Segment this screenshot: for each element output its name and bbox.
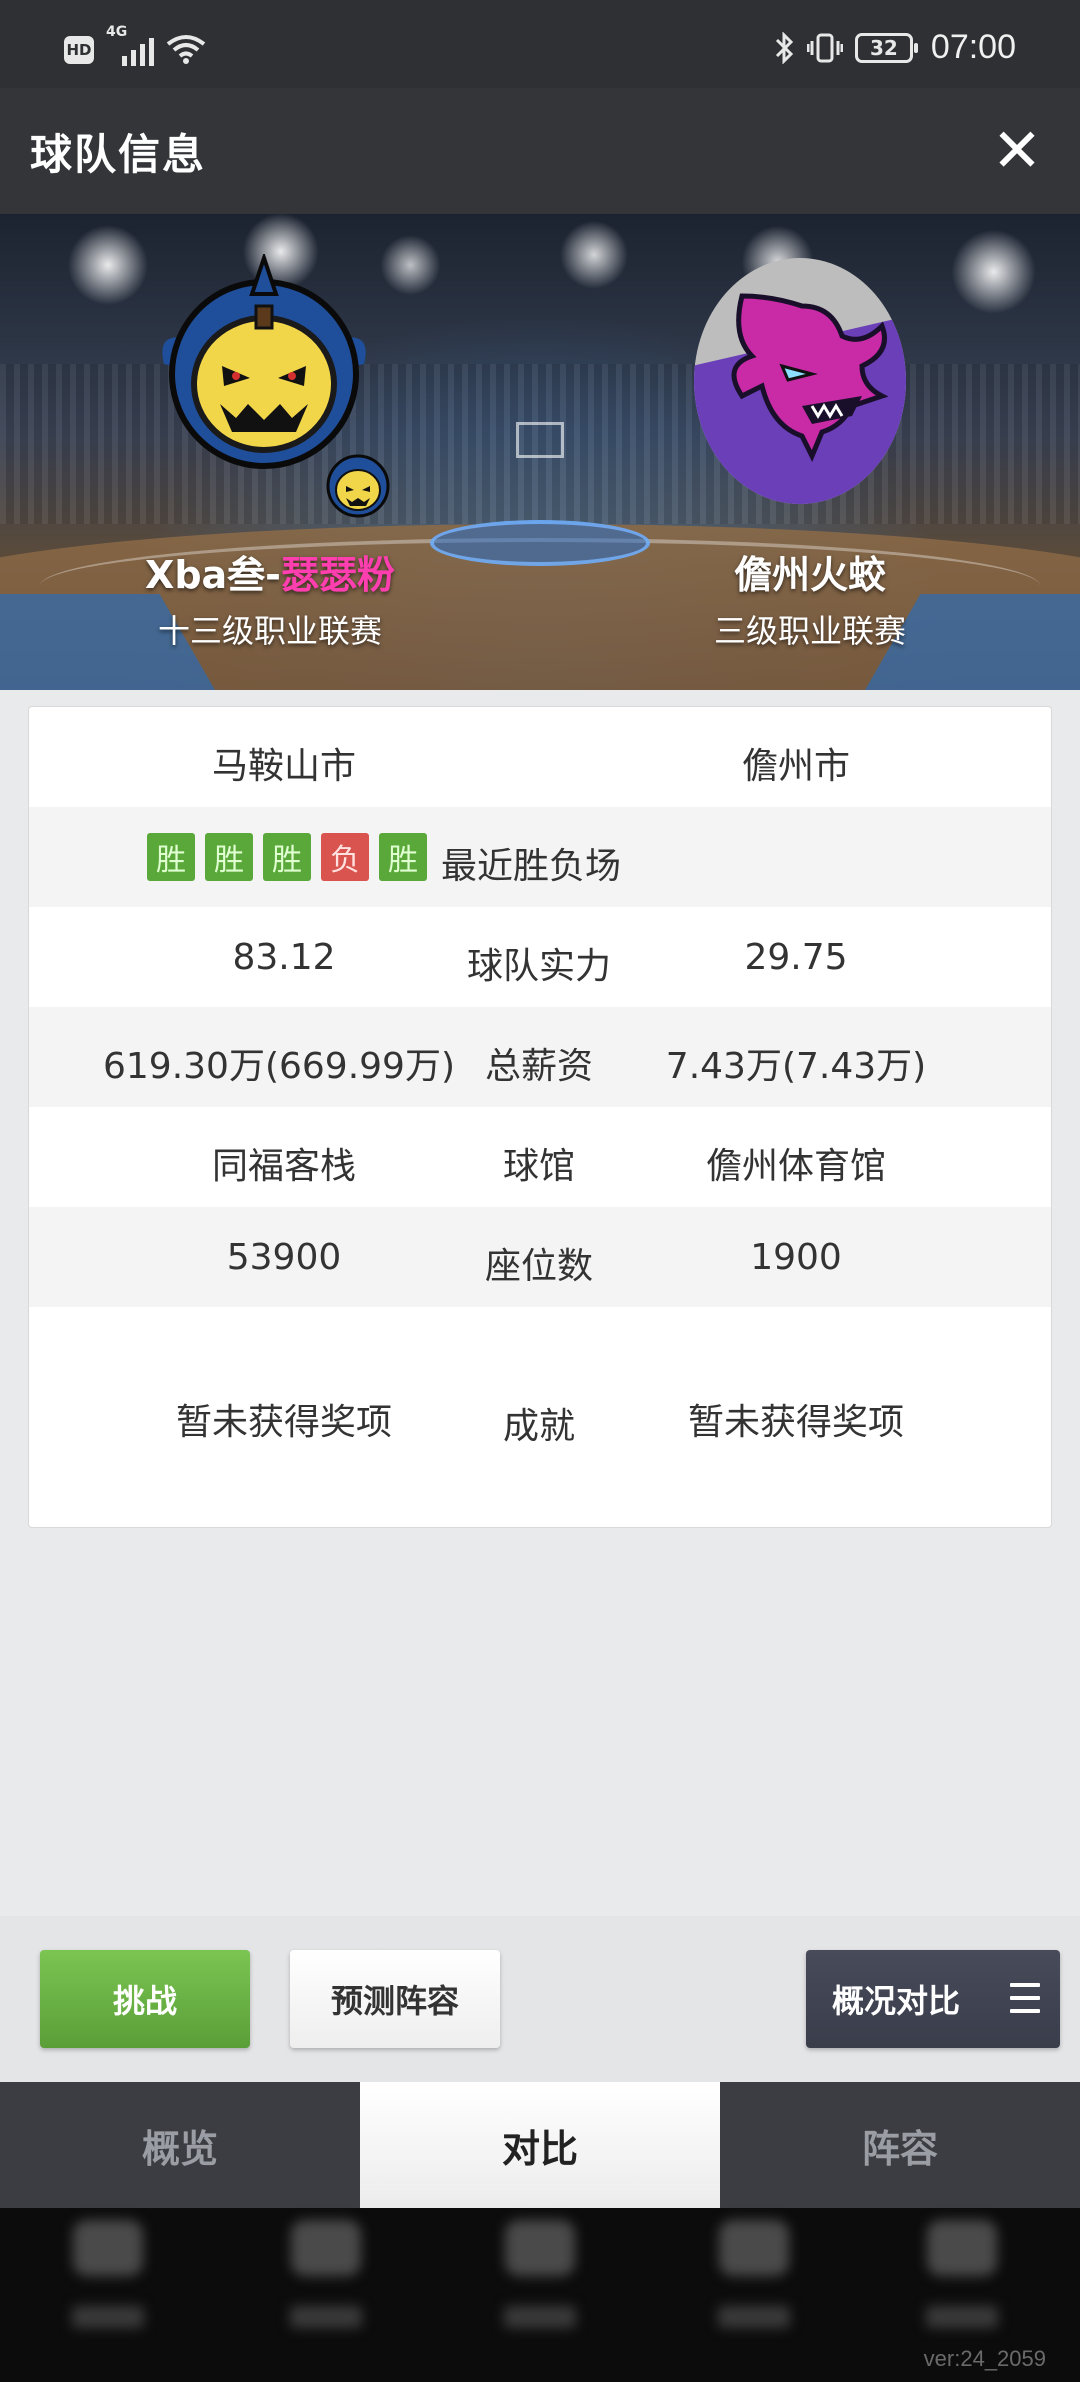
row-seats: 53900 座位数 1900 <box>29 1207 1051 1307</box>
battery-level: 32 <box>869 35 898 60</box>
status-right: 32 07:00 <box>773 28 1016 67</box>
strength-right: 29.75 <box>744 937 848 978</box>
row-recent-results: 胜 胜 胜 负 胜 最近胜负场 <box>29 807 1051 907</box>
tab-lineup[interactable]: 阵容 <box>720 2082 1080 2208</box>
recent-results-badges: 胜 胜 胜 负 胜 <box>147 833 427 881</box>
comparison-panel: 马鞍山市 儋州市 胜 胜 胜 负 胜 最近胜负场 83.12 球队实力 29.7… <box>28 706 1052 1528</box>
result-badge: 胜 <box>263 833 311 881</box>
battery-icon: 32 <box>854 32 918 63</box>
team-left-name-highlight: 瑟瑟粉 <box>280 553 395 597</box>
app-header: 球队信息 ✕ <box>0 88 1080 214</box>
tab-bar: 概览 对比 阵容 <box>0 2082 1080 2208</box>
challenge-button[interactable]: 挑战 <box>40 1950 250 2048</box>
clock: 07:00 <box>930 28 1016 66</box>
overview-compare-button[interactable]: 概况对比 <box>806 1950 1060 2048</box>
overview-compare-label: 概况对比 <box>832 1982 961 2020</box>
city-right: 儋州市 <box>741 746 850 787</box>
team-left-league: 十三级职业联赛 <box>157 612 382 650</box>
blurred-nav-item[interactable] <box>922 2220 1002 2360</box>
teams-banner: Xba叁-瑟瑟粉 十三级职业联赛 儋州火蛟 三级职业联赛 <box>0 214 1080 690</box>
row-achievements: 暂未获得奖项 成就 暂未获得奖项 <box>29 1307 1051 1527</box>
row-strength: 83.12 球队实力 29.75 <box>29 907 1051 1007</box>
seats-right: 1900 <box>750 1237 842 1278</box>
row-city: 马鞍山市 儋州市 <box>29 707 1051 807</box>
dragon-logo-icon <box>694 258 906 504</box>
close-button[interactable]: ✕ <box>990 121 1044 181</box>
tab-overview[interactable]: 概览 <box>0 2082 360 2208</box>
result-badge: 胜 <box>379 833 427 881</box>
row-salary: 619.30万(669.99万) 总薪资 7.43万(7.43万) <box>29 1007 1051 1107</box>
salary-left: 619.30万(669.99万) <box>102 1046 456 1087</box>
salary-right: 7.43万(7.43万) <box>665 1046 927 1087</box>
blurred-nav-item[interactable] <box>286 2220 366 2360</box>
bottom-nav: ver:24_2059 <box>0 2208 1080 2382</box>
result-badge: 胜 <box>205 833 253 881</box>
team-right-league: 三级职业联赛 <box>713 612 906 650</box>
tab-compare[interactable]: 对比 <box>360 2082 720 2208</box>
bluetooth-icon <box>775 31 794 64</box>
blurred-nav-item[interactable] <box>714 2220 794 2360</box>
result-badge: 负 <box>321 833 369 881</box>
team-left-name: Xba叁-瑟瑟粉 <box>60 544 480 599</box>
predict-lineup-button[interactable]: 预测阵容 <box>290 1950 500 2048</box>
recent-results-label: 最近胜负场 <box>441 846 622 887</box>
wifi-icon <box>166 35 206 64</box>
action-bar: 挑战 预测阵容 概况对比 <box>0 1916 1080 2082</box>
menu-icon <box>1010 1983 1040 2013</box>
result-badge: 胜 <box>147 833 195 881</box>
blurred-nav-item[interactable] <box>68 2220 148 2360</box>
achievements-right: 暂未获得奖项 <box>687 1402 904 1443</box>
blurred-nav-item[interactable] <box>500 2220 580 2360</box>
status-left: HD 4G <box>64 24 206 70</box>
team-right-name: 儋州火蛟 <box>733 553 886 597</box>
page-title: 球队信息 <box>30 129 207 179</box>
city-left: 马鞍山市 <box>211 746 356 787</box>
row-arena: 同福客栈 球馆 儋州体育馆 <box>29 1107 1051 1207</box>
hoop-icon <box>516 422 564 458</box>
status-bar: HD 4G 32 07:00 <box>0 0 1080 88</box>
vibrate-icon <box>806 33 843 62</box>
version-label: ver:24_2059 <box>923 2346 1046 2371</box>
cellular-signal-icon: 4G <box>106 24 154 70</box>
small-pumpkin-badge-icon <box>326 454 390 518</box>
hd-icon: HD <box>64 36 94 64</box>
arena-right: 儋州体育馆 <box>705 1146 886 1187</box>
team-left-name-prefix: Xba叁- <box>145 553 281 597</box>
